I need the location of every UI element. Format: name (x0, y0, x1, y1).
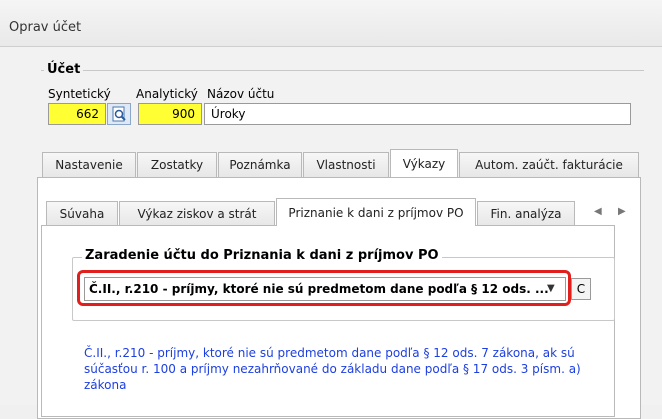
tax-classification-description: Č.II., r.210 - príjmy, ktoré nie sú pred… (84, 346, 581, 392)
tab-scroll-left-icon[interactable]: ◀ (594, 206, 602, 217)
tax-classification-legend: Zaradenie účtu do Priznania k dani z prí… (82, 248, 442, 263)
clear-button[interactable]: C (571, 278, 591, 300)
tab-poznamka[interactable]: Poznámka (218, 152, 302, 178)
sub-tab-strip: Súvaha Výkaz ziskov a strát Priznanie k … (46, 198, 646, 227)
tab-suvaha[interactable]: Súvaha (46, 201, 118, 227)
edit-account-window: Oprav účet Účet Syntetický Analytický Ná… (0, 0, 662, 419)
window-title: Oprav účet (9, 20, 82, 35)
highlight-annotation (77, 270, 571, 306)
tab-vykazy[interactable]: Výkazy (390, 149, 458, 177)
tab-nastavenie[interactable]: Nastavenie (42, 152, 136, 178)
tab-autom-zauct[interactable]: Autom. zaúčt. fakturácie (459, 152, 639, 178)
tab-vykaz-ziskov[interactable]: Výkaz ziskov a strát (119, 201, 275, 227)
account-name-label: Názov účtu (207, 87, 275, 101)
tab-fin-analyza[interactable]: Fin. analýza (477, 201, 575, 227)
tab-vlastnosti[interactable]: Vlastnosti (303, 152, 389, 178)
synthetic-label: Syntetický (48, 87, 111, 101)
main-tab-strip: Nastavenie Zostatky Poznámka Vlastnosti … (42, 149, 642, 178)
tab-zostatky[interactable]: Zostatky (137, 152, 217, 178)
tab-scroll-right-icon[interactable]: ▶ (618, 206, 626, 217)
search-document-icon (112, 106, 126, 122)
account-group-legend: Účet (44, 62, 84, 77)
synthetic-field[interactable]: 662 (48, 103, 106, 125)
analytic-label: Analytický (136, 87, 198, 101)
analytic-field[interactable]: 900 (138, 103, 202, 125)
title-bar: Oprav účet (0, 0, 662, 47)
tab-priznanie[interactable]: Priznanie k dani z príjmov PO (276, 198, 476, 226)
lookup-button[interactable] (107, 103, 131, 125)
account-name-field[interactable]: Úroky (204, 103, 631, 125)
